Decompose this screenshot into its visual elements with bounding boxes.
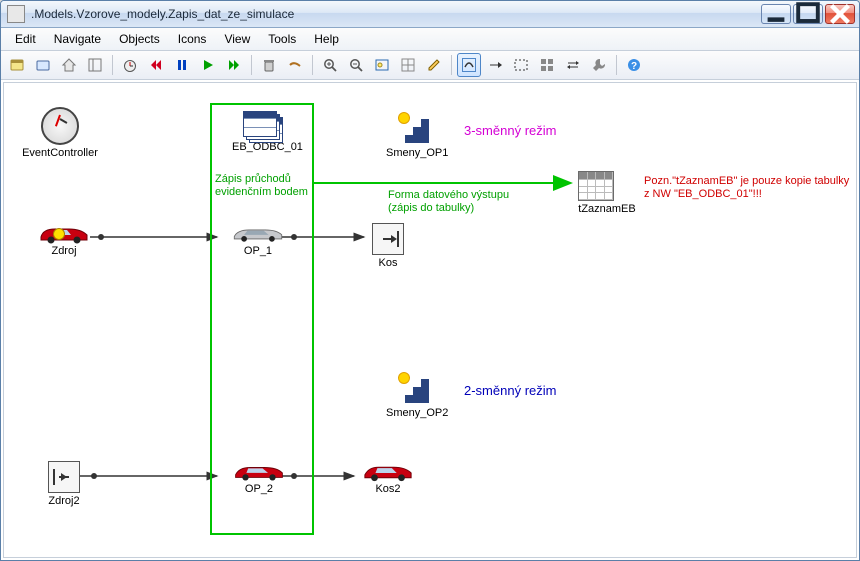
node-label: Smeny_OP2: [386, 407, 442, 419]
node-label: Zdroj2: [42, 495, 86, 507]
toolbar: ?: [1, 51, 859, 80]
home-icon[interactable]: [57, 53, 81, 77]
menu-navigate[interactable]: Navigate: [46, 30, 109, 48]
menu-icons[interactable]: Icons: [170, 30, 215, 48]
help-icon[interactable]: ?: [622, 53, 646, 77]
car-icon: [225, 223, 291, 243]
window-title: .Models.Vzorove_modely.Zapis_dat_ze_simu…: [7, 5, 761, 23]
delete-icon[interactable]: [257, 53, 281, 77]
node-kos[interactable]: Kos: [368, 223, 408, 269]
stacked-table-icon: [243, 111, 281, 139]
double-arrow-icon[interactable]: [561, 53, 585, 77]
toggle-explorer-icon[interactable]: [83, 53, 107, 77]
sink-icon: [372, 223, 404, 255]
car-icon: [37, 223, 91, 243]
node-eb-odbc[interactable]: EB_ODBC_01: [232, 111, 292, 153]
node-label: OP_1: [218, 245, 298, 257]
label-forma: Forma datového výstupu (zápis do tabulky…: [388, 189, 509, 214]
shift-icon: [397, 371, 431, 405]
fast-forward-icon[interactable]: [222, 53, 246, 77]
label-forma-line2: (zápis do tabulky): [388, 202, 509, 215]
label-regime2: 2-směnný režim: [464, 383, 556, 398]
toggle-grid-icon[interactable]: [396, 53, 420, 77]
car-icon: [229, 461, 289, 481]
node-op1[interactable]: OP_1: [218, 223, 298, 257]
maximize-button[interactable]: [793, 4, 823, 24]
node-label: tZaznamEB: [578, 203, 636, 215]
toolbar-separator: [616, 55, 617, 75]
toolbar-separator: [251, 55, 252, 75]
window-title-text: .Models.Vzorove_modely.Zapis_dat_ze_simu…: [31, 7, 294, 21]
titlebar[interactable]: .Models.Vzorove_modely.Zapis_dat_ze_simu…: [1, 1, 859, 28]
table-icon: [578, 171, 614, 201]
play-icon[interactable]: [196, 53, 220, 77]
cut-icon[interactable]: [283, 53, 307, 77]
node-label: Smeny_OP1: [386, 147, 442, 159]
clock-icon: [41, 107, 79, 145]
wrench-icon[interactable]: [587, 53, 611, 77]
open-class-library-icon[interactable]: [5, 53, 29, 77]
node-label: EventController: [20, 147, 100, 159]
connector-icon[interactable]: [457, 53, 481, 77]
toolbar-separator: [312, 55, 313, 75]
node-smeny-op2[interactable]: Smeny_OP2: [386, 371, 442, 419]
node-zdroj[interactable]: Zdroj: [32, 223, 96, 257]
node-event-controller[interactable]: EventController: [20, 107, 100, 159]
inheritance-icon[interactable]: [483, 53, 507, 77]
node-op2[interactable]: OP_2: [224, 461, 294, 495]
edit-pencil-icon[interactable]: [422, 53, 446, 77]
label-forma-line1: Forma datového výstupu: [388, 189, 509, 202]
node-kos2[interactable]: Kos2: [358, 461, 418, 495]
label-zapis-line2: evidenčním bodem: [215, 186, 308, 199]
model-canvas[interactable]: EventController EB_ODBC_01 Smeny_OP1 tZa…: [3, 82, 857, 558]
menu-edit[interactable]: Edit: [7, 30, 44, 48]
window-frame: .Models.Vzorove_modely.Zapis_dat_ze_simu…: [0, 0, 860, 561]
zoom-in-icon[interactable]: [318, 53, 342, 77]
menu-tools[interactable]: Tools: [260, 30, 304, 48]
label-pozn-line2: z NW "EB_ODBC_01"!!!: [644, 188, 849, 201]
rewind-icon[interactable]: [144, 53, 168, 77]
pause-icon[interactable]: [170, 53, 194, 77]
status-dot-icon: [53, 228, 65, 240]
zoom-out-icon[interactable]: [344, 53, 368, 77]
source-icon: [48, 461, 80, 493]
menu-bar: Edit Navigate Objects Icons View Tools H…: [1, 28, 859, 51]
app-icon: [7, 5, 25, 23]
label-pozn: Pozn."tZaznamEB" je pouze kopie tabulky …: [644, 175, 849, 200]
node-tzaznameb[interactable]: tZaznamEB: [578, 171, 636, 215]
node-label: Kos2: [358, 483, 418, 495]
toolbar-separator: [451, 55, 452, 75]
label-zapis-line1: Zápis průchodů: [215, 173, 308, 186]
label-zapis: Zápis průchodů evidenčním bodem: [215, 173, 308, 198]
open-model-icon[interactable]: [31, 53, 55, 77]
node-smeny-op1[interactable]: Smeny_OP1: [386, 111, 442, 159]
node-label: OP_2: [224, 483, 294, 495]
close-button[interactable]: [825, 4, 855, 24]
menu-help[interactable]: Help: [306, 30, 347, 48]
toolbar-separator: [112, 55, 113, 75]
label-regime3: 3-směnný režim: [464, 123, 556, 138]
car-icon: [360, 461, 416, 481]
fit-window-icon[interactable]: [370, 53, 394, 77]
node-zdroj2[interactable]: Zdroj2: [42, 461, 86, 507]
dotted-rect-icon[interactable]: [509, 53, 533, 77]
node-label: Zdroj: [32, 245, 96, 257]
svg-text:?: ?: [631, 61, 637, 72]
shift-icon: [397, 111, 431, 145]
grid-4-icon[interactable]: [535, 53, 559, 77]
event-controller-icon[interactable]: [118, 53, 142, 77]
minimize-button[interactable]: [761, 4, 791, 24]
menu-view[interactable]: View: [216, 30, 258, 48]
node-label: Kos: [368, 257, 408, 269]
menu-objects[interactable]: Objects: [111, 30, 168, 48]
label-pozn-line1: Pozn."tZaznamEB" je pouze kopie tabulky: [644, 175, 849, 188]
